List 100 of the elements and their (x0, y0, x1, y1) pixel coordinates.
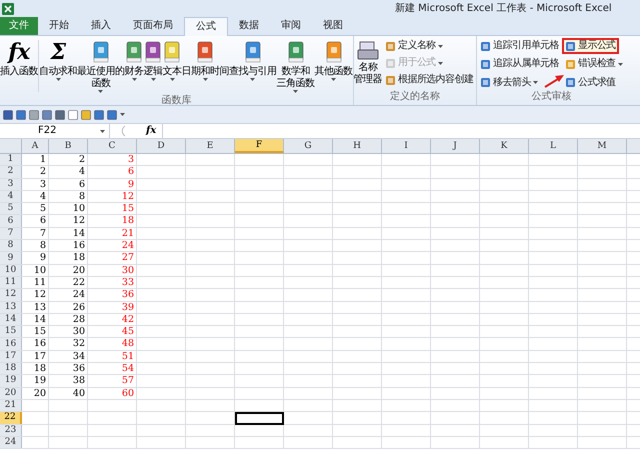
table-cell: 15 (88, 203, 137, 214)
table-cell: 36 (88, 289, 137, 301)
row-header[interactable]: 23 (0, 424, 22, 436)
table-cell: 10 (49, 203, 88, 214)
ribbon-button[interactable]: 逻辑 (144, 36, 162, 96)
table-cell: 17 (22, 350, 49, 362)
table-cell: 16 (22, 338, 49, 350)
column-header[interactable]: A (22, 139, 49, 153)
name-box[interactable]: F22 (0, 124, 110, 138)
row-header[interactable]: 8 (0, 240, 22, 252)
ribbon-tab[interactable]: 页面布局 (122, 16, 184, 35)
ribbon-button[interactable]: 财务 (124, 36, 144, 96)
ribbon-button[interactable]: fx 插入函数 (0, 36, 38, 96)
ribbon-button[interactable]: 文本 (162, 36, 182, 96)
column-header[interactable]: K (480, 139, 529, 153)
row-header[interactable]: 4 (0, 190, 22, 202)
group-label: 定义的名称 (388, 92, 441, 104)
table-cell: 40 (49, 388, 88, 399)
row-header[interactable]: 9 (0, 252, 22, 264)
ribbon-small-button[interactable]: 移去箭头 (477, 74, 541, 91)
row-header[interactable]: 21 (0, 400, 22, 412)
row-header[interactable]: 18 (0, 363, 22, 374)
ribbon-small-button[interactable]: 定义名称 (382, 38, 476, 54)
ribbon-small-button[interactable]: 追踪从属单元格 (477, 56, 562, 72)
row-header[interactable]: 6 (0, 215, 22, 227)
ribbon-tab[interactable]: 审阅 (270, 16, 312, 35)
column-header[interactable]: I (382, 139, 431, 153)
column-header[interactable]: D (137, 139, 186, 153)
ribbon-small-button[interactable]: 错误检查 (562, 56, 626, 72)
row-header[interactable]: 7 (0, 228, 22, 240)
row-header[interactable]: 17 (0, 350, 22, 362)
row-header[interactable]: 11 (0, 276, 22, 288)
table-cell: 12 (88, 190, 137, 202)
ribbon-button[interactable]: 最近使用的 函数 (77, 36, 124, 96)
table-cell: 39 (88, 302, 137, 313)
row-header[interactable]: 12 (0, 289, 22, 301)
ribbon-small-button[interactable]: 追踪引用单元格 (477, 38, 562, 54)
row-header[interactable]: 19 (0, 375, 22, 387)
table-cell: 22 (49, 276, 88, 288)
group-label: 公式审核 (530, 92, 572, 104)
table-cell: 18 (49, 252, 88, 264)
dropdown-caret-icon (100, 130, 105, 133)
table-cell: 2 (22, 166, 49, 178)
column-header[interactable]: B (49, 139, 88, 153)
small-tool-icon (480, 58, 492, 70)
ribbon-button[interactable]: 其他函数 (314, 36, 352, 96)
row-header[interactable]: 22 (0, 412, 22, 424)
ribbon-button[interactable]: 数学和 三角函数 (276, 36, 314, 96)
selected-cell[interactable] (235, 412, 284, 425)
insert-function-button[interactable]: fx (146, 126, 156, 136)
small-tool-icon (385, 74, 396, 86)
column-header[interactable]: J (431, 139, 480, 153)
ribbon-button[interactable]: Σ 自动求和 (39, 36, 77, 96)
row-header[interactable]: 24 (0, 436, 22, 448)
column-header[interactable]: F (235, 139, 284, 153)
table-cell: 3 (22, 178, 49, 190)
table-cell: 30 (88, 264, 137, 276)
ribbon-tab[interactable]: 公式 (184, 17, 228, 36)
table-cell: 16 (49, 240, 88, 252)
table-cell: 7 (22, 228, 49, 240)
ribbon-small-button[interactable]: 根据所选内容创建 (382, 72, 476, 88)
table-cell: 42 (88, 314, 137, 326)
row-header[interactable]: 10 (0, 264, 22, 276)
ribbon-small-button[interactable]: 显示公式 (562, 38, 619, 54)
column-header[interactable]: H (333, 139, 382, 153)
table-cell: 12 (49, 215, 88, 227)
table-cell: 36 (49, 363, 88, 374)
ribbon-button[interactable]: 名称 管理器 (354, 36, 382, 92)
row-header[interactable]: 20 (0, 388, 22, 399)
ribbon-tab[interactable]: 开始 (38, 16, 80, 35)
column-header[interactable]: C (88, 139, 137, 153)
book-icon (324, 41, 342, 63)
function-icon: Σ (50, 41, 66, 63)
column-header[interactable]: G (284, 139, 333, 153)
row-header[interactable]: 16 (0, 338, 22, 350)
table-cell: 30 (49, 326, 88, 338)
book-icon (244, 41, 262, 63)
table-cell: 48 (88, 338, 137, 350)
row-header[interactable]: 13 (0, 302, 22, 313)
ribbon-tab[interactable]: 视图 (312, 16, 354, 35)
row-header[interactable]: 5 (0, 203, 22, 214)
table-cell: 6 (49, 178, 88, 190)
column-header[interactable]: M (578, 139, 627, 153)
ribbon-small-button[interactable]: 公式求值 (562, 74, 619, 91)
column-header[interactable]: L (529, 139, 578, 153)
table-cell: 8 (49, 190, 88, 202)
ribbon-tab[interactable]: 插入 (80, 16, 122, 35)
row-header[interactable]: 15 (0, 326, 22, 338)
book-icon (125, 41, 143, 63)
table-cell: 13 (22, 302, 49, 313)
ribbon-tab[interactable]: 数据 (228, 16, 270, 35)
table-cell: 60 (88, 388, 137, 399)
ribbon-button[interactable]: 查找与引用 (229, 36, 276, 96)
row-header[interactable]: 3 (0, 178, 22, 190)
ribbon-button[interactable]: 日期和时间 (182, 36, 229, 96)
row-header[interactable]: 1 (0, 154, 22, 166)
row-header[interactable]: 14 (0, 314, 22, 326)
table-cell: 19 (22, 375, 49, 387)
row-header[interactable]: 2 (0, 166, 22, 178)
file-tab[interactable]: 文件 (0, 16, 38, 35)
